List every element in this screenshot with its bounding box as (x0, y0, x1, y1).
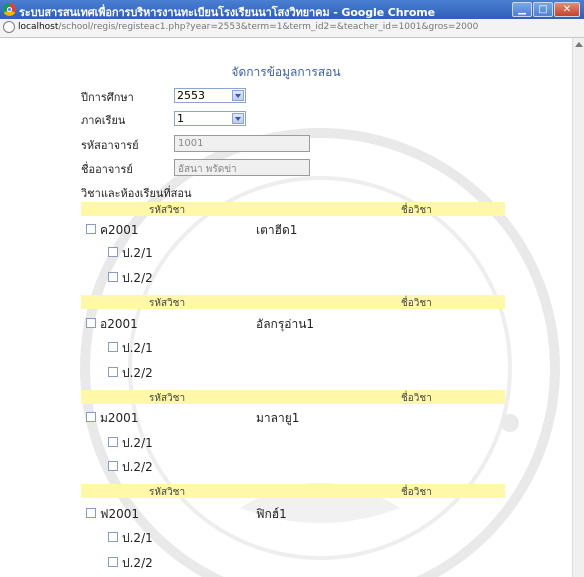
teacher-id-field[interactable]: 1001 (174, 135, 310, 152)
subject-header: รหัสวิชา ชื่อวิชา (81, 390, 505, 404)
subject-code: ฟ2001 (100, 507, 140, 521)
room-label: ป.2/2 (122, 366, 153, 380)
room-checkbox[interactable] (108, 272, 118, 282)
subject-checkbox[interactable] (86, 318, 96, 328)
close-icon[interactable]: ✕ (554, 2, 580, 17)
room-checkbox[interactable] (108, 461, 118, 471)
subject-name-header: ชื่อวิชา (401, 298, 432, 309)
subject-name: เตาฮีด1 (256, 223, 298, 237)
teacher-name-field[interactable]: อัสนา พรัดข่า (174, 159, 310, 176)
room-label: ป.2/1 (122, 341, 153, 355)
subject-name-header: ชื่อวิชา (401, 393, 432, 404)
url-text[interactable]: localhost/school/regis/registeac1.php?ye… (18, 22, 478, 32)
window-titlebar: ระบบสารสนเทศเพื่อการบริหารงานทะเบียนโรงเ… (0, 0, 584, 19)
minimize-icon[interactable]: ▁ (512, 2, 532, 17)
room-label: ป.2/1 (122, 436, 153, 450)
subject-code-header: รหัสวิชา (149, 298, 186, 309)
vertical-scrollbar[interactable] (572, 38, 584, 577)
room-label: ป.2/1 (122, 246, 153, 260)
subject-header: รหัสวิชา ชื่อวิชา (81, 295, 505, 309)
section-label: วิชาและห้องเรียนที่สอน (81, 187, 192, 200)
room-label: ป.2/2 (122, 271, 153, 285)
teacher-name-value: อัสนา พรัดข่า (178, 164, 237, 175)
room-label: ป.2/2 (122, 556, 153, 570)
subject-checkbox[interactable] (86, 412, 96, 422)
page-info-icon[interactable] (3, 21, 15, 33)
url-path: /school/regis/registeac1.php?year=2553&t… (58, 22, 479, 32)
page-content: จัดการข้อมูลการสอน ปีการศึกษา 2553 ภาคเร… (0, 38, 572, 577)
teacher-name-label: ชื่ออาจารย์ (81, 163, 133, 176)
room-checkbox[interactable] (108, 367, 118, 377)
scroll-up-icon[interactable] (575, 42, 583, 47)
subject-code-header: รหัสวิชา (149, 393, 186, 404)
year-select[interactable]: 2553 (174, 88, 246, 103)
room-label: ป.2/1 (122, 531, 153, 545)
teacher-id-label: รหัสอาจารย์ (81, 139, 139, 152)
year-value: 2553 (177, 89, 205, 102)
subject-code: อ2001 (100, 317, 138, 331)
subject-code: ม2001 (100, 411, 139, 425)
year-label: ปีการศึกษา (81, 91, 134, 104)
teacher-id-value: 1001 (178, 138, 204, 149)
term-select[interactable]: 1 (174, 111, 246, 126)
room-checkbox[interactable] (108, 557, 118, 567)
subject-code-header: รหัสวิชา (149, 205, 186, 216)
room-checkbox[interactable] (108, 247, 118, 257)
address-bar[interactable]: localhost/school/regis/registeac1.php?ye… (0, 19, 584, 38)
page-title: จัดการข้อมูลการสอน (231, 65, 341, 79)
subject-header: รหัสวิชา ชื่อวิชา (81, 484, 505, 498)
room-checkbox[interactable] (108, 437, 118, 447)
room-checkbox[interactable] (108, 342, 118, 352)
subject-name-header: ชื่อวิชา (401, 487, 432, 498)
subject-name: ฟิกฮ์1 (256, 507, 287, 521)
subject-header: รหัสวิชา ชื่อวิชา (81, 202, 505, 216)
term-value: 1 (177, 112, 184, 125)
chevron-down-icon[interactable] (232, 90, 244, 101)
subject-checkbox[interactable] (86, 224, 96, 234)
subject-name: อัลกรุอ่าน1 (256, 317, 315, 331)
chevron-down-icon[interactable] (232, 113, 244, 124)
maximize-icon[interactable]: □ (533, 2, 553, 17)
subject-name: มาลายู1 (256, 411, 300, 425)
subject-name-header: ชื่อวิชา (401, 205, 432, 216)
window-controls: ▁ □ ✕ (512, 2, 580, 17)
room-checkbox[interactable] (108, 532, 118, 542)
url-host: localhost (18, 22, 59, 32)
chrome-logo-icon (3, 3, 16, 16)
subject-code: ค2001 (100, 223, 139, 237)
subject-code-header: รหัสวิชา (149, 487, 186, 498)
room-label: ป.2/2 (122, 460, 153, 474)
subject-checkbox[interactable] (86, 508, 96, 518)
term-label: ภาคเรียน (81, 114, 126, 127)
